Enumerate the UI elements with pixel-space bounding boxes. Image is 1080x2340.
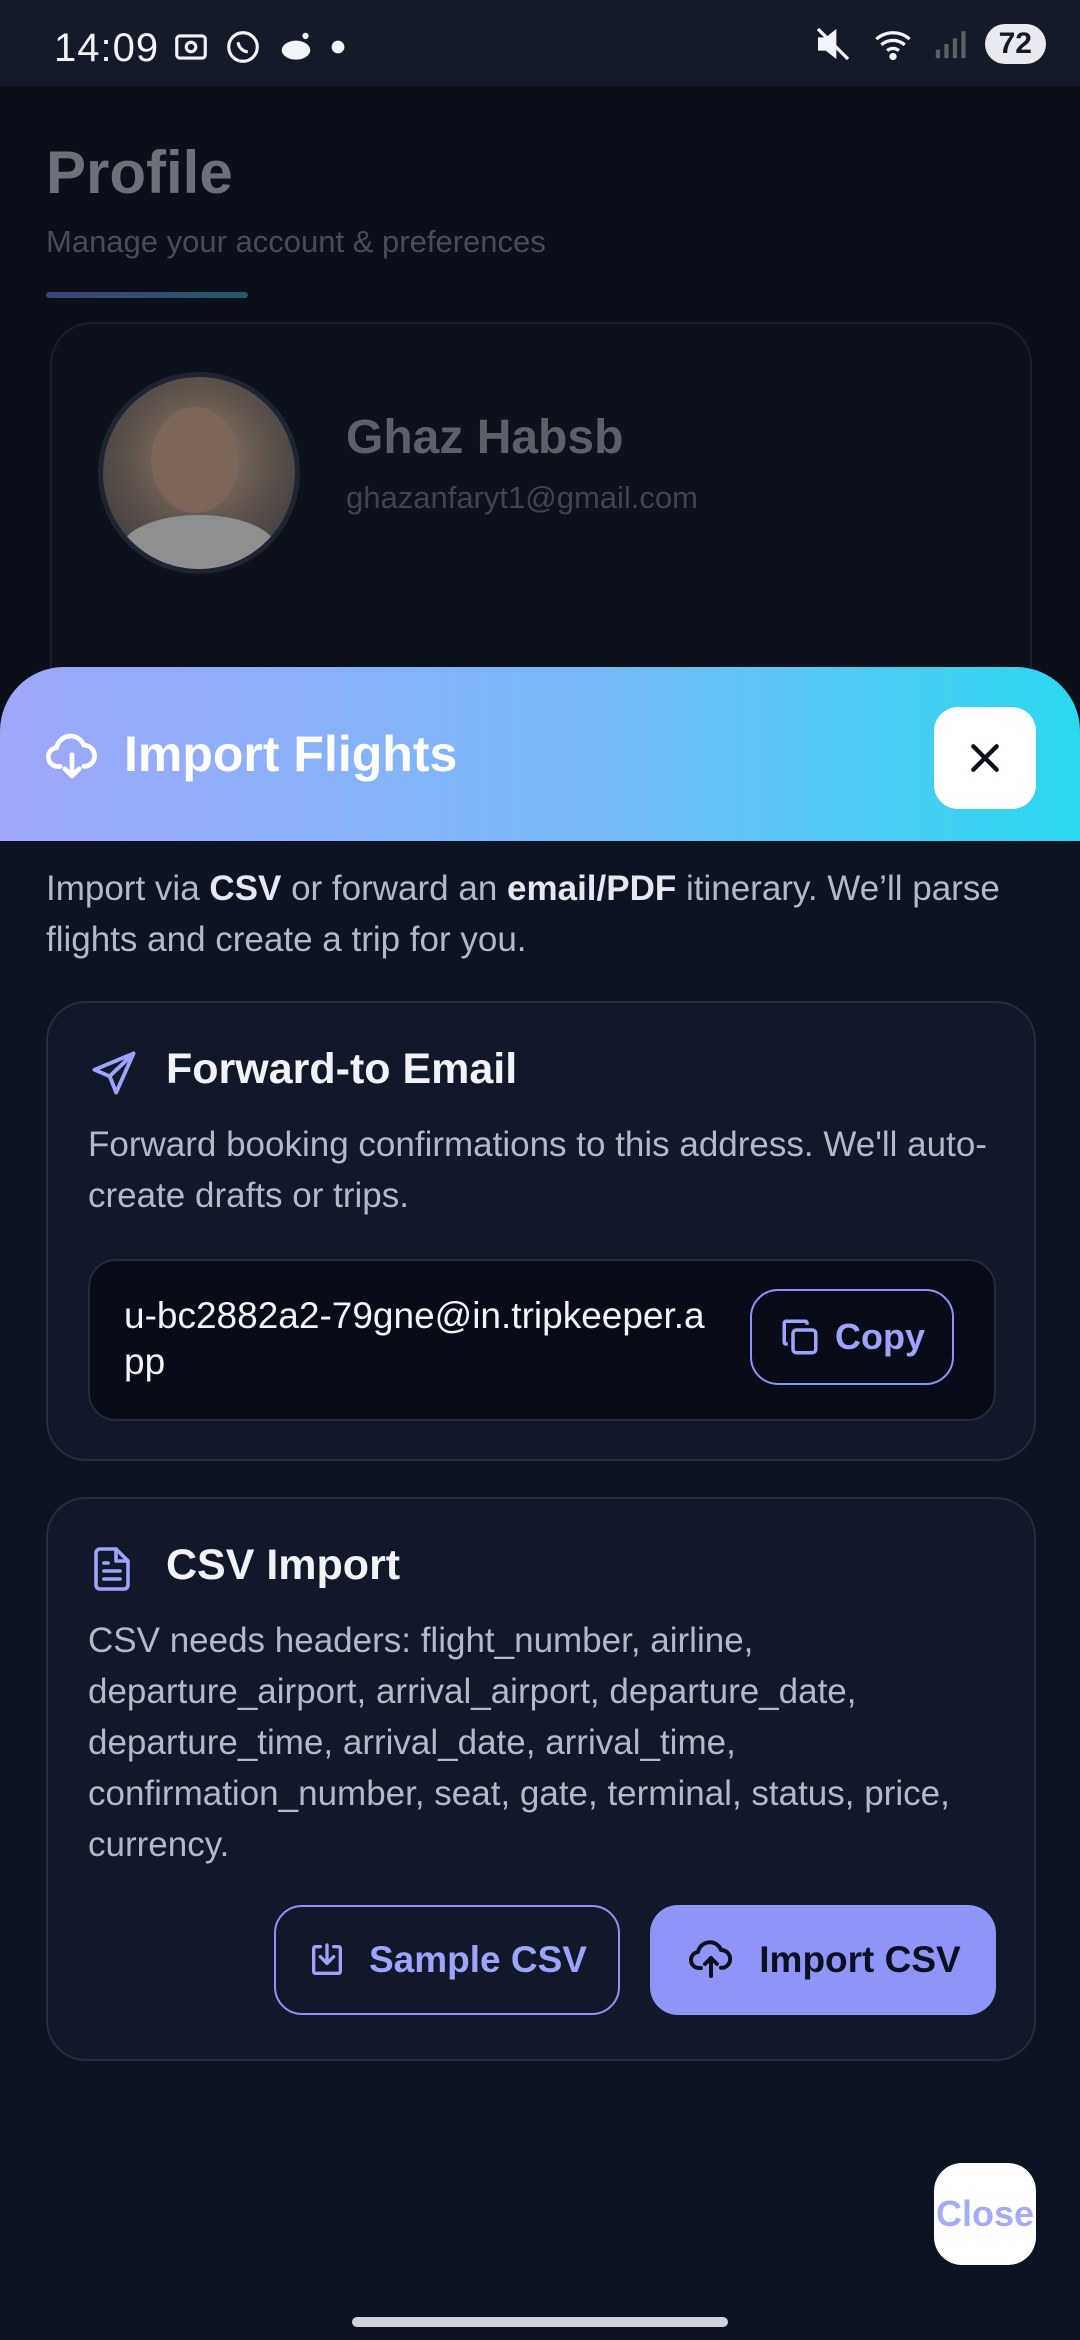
forward-address: u-bc2882a2-79gne@in.tripkeeper.app: [124, 1295, 705, 1382]
sample-csv-label: Sample CSV: [369, 1939, 587, 1980]
intro-text: Import via CSV or forward an email/PDF i…: [46, 863, 1036, 965]
user-email: ghazanfaryt1@gmail.com: [346, 480, 698, 515]
sheet-header: Import Flights: [0, 667, 1080, 841]
close-x-button[interactable]: [934, 707, 1036, 809]
dot-icon: [331, 40, 345, 54]
mute-icon: [816, 27, 849, 61]
download-icon: [312, 1943, 342, 1975]
user-name: Ghaz Habsb: [346, 411, 624, 464]
screenshot-icon: [175, 34, 207, 60]
sheet-title: Import Flights: [124, 726, 458, 782]
copy-label: Copy: [835, 1316, 925, 1357]
csv-import-title: CSV Import: [166, 1541, 401, 1589]
close-icon: [971, 744, 999, 772]
cloud-upload-icon: [689, 1940, 733, 1978]
page-title: Profile: [46, 139, 233, 206]
intro-part: Import via: [46, 869, 210, 908]
cloud-download-icon: [45, 733, 97, 779]
copy-icon: [782, 1319, 818, 1355]
csv-import-card: CSV Import CSV needs headers: flight_num…: [46, 1497, 1036, 2061]
intro-csv: CSV: [209, 869, 282, 908]
home-gesture-handle[interactable]: [352, 2317, 728, 2327]
document-icon: [94, 1547, 130, 1591]
csv-import-description: CSV needs headers: flight_number, airlin…: [88, 1621, 950, 1864]
avatar-shirt: [121, 515, 277, 569]
avatar: [98, 372, 300, 574]
title-underline: [46, 292, 248, 298]
system-icons: 72: [813, 24, 1046, 64]
reddit-icon: [281, 32, 311, 60]
status-time: 14:09: [54, 26, 160, 70]
battery-indicator: 72: [984, 24, 1046, 64]
intro-email-pdf: email/PDF: [507, 869, 677, 908]
forward-email-card: Forward-to Email Forward booking confirm…: [46, 1001, 1036, 1461]
import-flights-sheet: Import Flights Import via CSV or forward…: [0, 667, 1080, 2295]
close-button[interactable]: Close: [934, 2163, 1036, 2265]
whatsapp-icon: [227, 31, 259, 63]
avatar-face: [151, 407, 239, 513]
status-bar: 14:09 72: [0, 0, 1080, 86]
forward-email-description: Forward booking confirmations to this ad…: [88, 1125, 987, 1215]
wifi-icon: [874, 31, 911, 61]
send-icon: [92, 1051, 136, 1095]
forward-address-box: u-bc2882a2-79gne@in.tripkeeper.app Copy: [88, 1259, 996, 1421]
forward-email-title: Forward-to Email: [166, 1045, 518, 1093]
sample-csv-button[interactable]: Sample CSV: [274, 1905, 620, 2015]
import-csv-label: Import CSV: [759, 1939, 961, 1980]
import-csv-button[interactable]: Import CSV: [650, 1905, 996, 2015]
copy-button[interactable]: Copy: [750, 1289, 954, 1385]
navigation-bar: [0, 2295, 1080, 2340]
signal-icon: [935, 31, 966, 59]
page-subtitle: Manage your account & preferences: [46, 224, 546, 259]
notification-icons: [172, 28, 346, 66]
intro-part: or forward an: [281, 869, 508, 908]
